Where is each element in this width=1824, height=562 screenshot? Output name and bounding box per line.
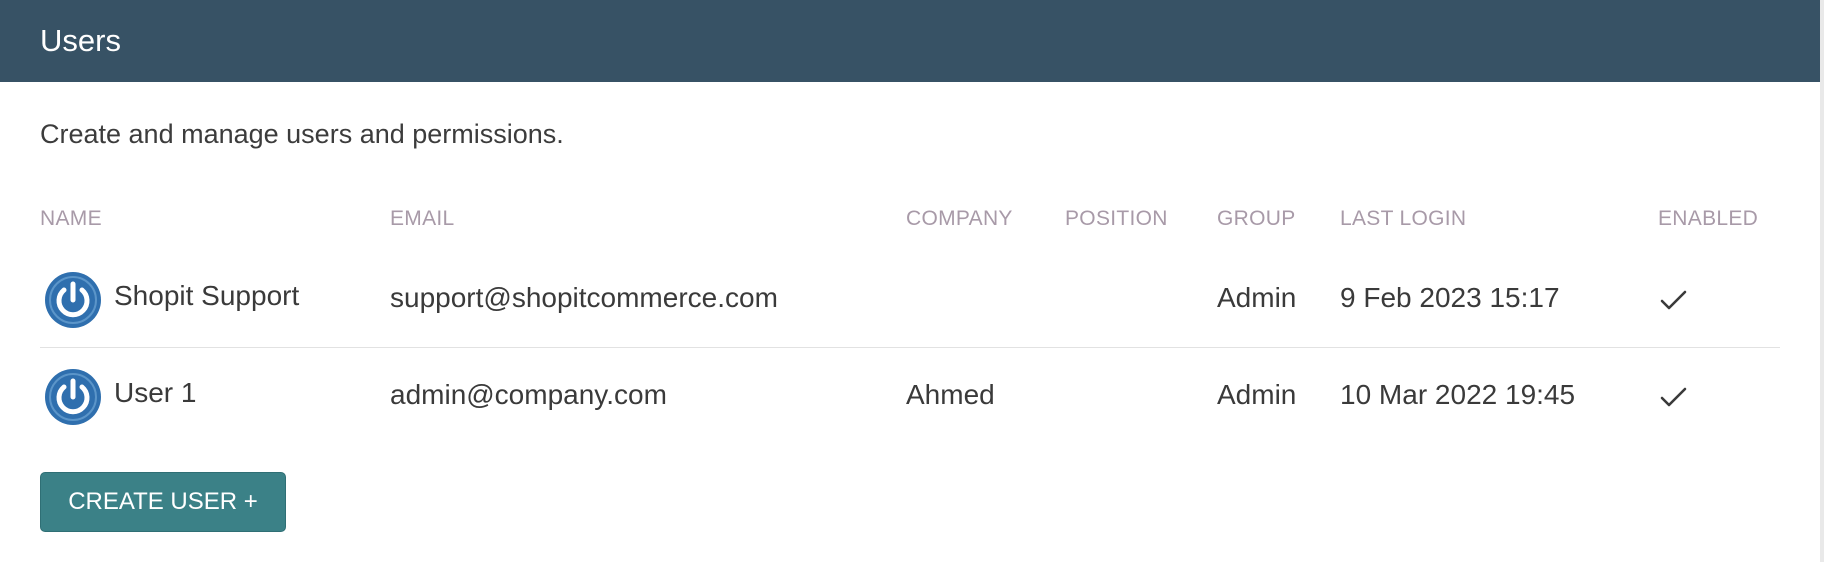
column-header-position[interactable]: POSITION bbox=[1065, 207, 1168, 231]
column-header-name[interactable]: NAME bbox=[40, 207, 102, 231]
user-company: Ahmed bbox=[906, 379, 995, 410]
users-page: Users Create and manage users and permis… bbox=[0, 0, 1824, 562]
column-header-group[interactable]: GROUP bbox=[1217, 207, 1296, 231]
check-icon bbox=[1660, 387, 1687, 407]
user-email: support@shopitcommerce.com bbox=[390, 282, 778, 313]
power-icon bbox=[45, 272, 101, 328]
column-header-last-login[interactable]: LAST LOGIN bbox=[1340, 207, 1466, 231]
user-name[interactable]: User 1 bbox=[114, 375, 196, 411]
check-icon bbox=[1660, 290, 1687, 310]
user-group: Admin bbox=[1217, 282, 1297, 313]
column-header-company[interactable]: COMPANY bbox=[906, 207, 1013, 231]
scrollbar-track[interactable] bbox=[1820, 0, 1824, 562]
user-last-login: 10 Mar 2022 19:45 bbox=[1340, 379, 1576, 410]
column-header-enabled[interactable]: ENABLED bbox=[1658, 207, 1758, 231]
user-last-login: 9 Feb 2023 15:17 bbox=[1340, 282, 1560, 313]
user-name[interactable]: Shopit Support bbox=[114, 278, 299, 314]
page-header: Users bbox=[0, 0, 1820, 82]
create-user-button[interactable]: CREATE USER + bbox=[40, 472, 286, 532]
page-description: Create and manage users and permissions. bbox=[40, 119, 564, 149]
power-icon bbox=[45, 369, 101, 425]
user-group: Admin bbox=[1217, 379, 1297, 410]
table-row[interactable]: Shopit Support support@shopitcommerce.co… bbox=[40, 251, 1780, 348]
page-title: Users bbox=[40, 23, 121, 58]
user-email: admin@company.com bbox=[390, 379, 667, 410]
table-row[interactable]: User 1 admin@company.com Ahmed Admin 10 … bbox=[40, 348, 1780, 444]
column-header-email[interactable]: EMAIL bbox=[390, 207, 455, 231]
